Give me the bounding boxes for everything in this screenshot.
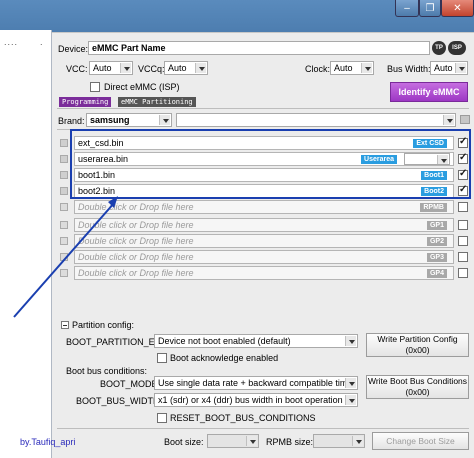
chevron-down-icon <box>195 63 206 73</box>
partition-config-header: Partition config: <box>72 320 135 330</box>
file-row-handle <box>60 139 68 147</box>
tab-emmc-partitioning[interactable]: eMMC Partitioning <box>118 97 196 107</box>
isp-button[interactable]: ISP <box>448 41 466 55</box>
chevron-down-icon <box>443 115 454 125</box>
minimize-button[interactable]: – <box>395 0 419 17</box>
file-row-handle <box>60 171 68 179</box>
maximize-button[interactable]: ❐ <box>419 0 441 17</box>
folder-icon[interactable] <box>460 115 470 124</box>
tab-programming[interactable]: Programming <box>59 97 112 107</box>
divider <box>57 108 469 109</box>
file-row-handle <box>60 155 68 163</box>
change-boot-size-button[interactable]: Change Boot Size <box>372 432 469 450</box>
close-button[interactable]: ✕ <box>441 0 474 17</box>
vccq-label: VCCq: <box>138 64 165 74</box>
partition-tag: GP4 <box>426 269 447 278</box>
direct-emmc-checkbox[interactable] <box>90 82 100 92</box>
left-pane-dot: . <box>40 37 43 47</box>
clock-label: Clock: <box>305 64 331 74</box>
bus-width-select[interactable]: Auto <box>430 61 468 75</box>
boot-size-select[interactable] <box>207 434 259 448</box>
vcc-label: VCC: <box>66 64 88 74</box>
boot-bus-width-label: BOOT_BUS_WIDTH <box>76 396 160 406</box>
identify-emmc-button[interactable]: Identify eMMC <box>390 82 468 102</box>
write-boot-bus-value: (0x00) <box>405 387 430 397</box>
write-boot-bus-label: Write Boot Bus Conditions <box>367 376 468 386</box>
write-partition-config-value: (0x00) <box>405 345 430 355</box>
clock-value: Auto <box>334 63 353 73</box>
boot-ack-label: Boot acknowledge enabled <box>170 353 279 363</box>
file-enable-checkbox[interactable] <box>458 220 468 230</box>
partition-tag: RPMB <box>420 203 447 212</box>
chevron-down-icon <box>159 115 170 125</box>
rpmb-size-select[interactable] <box>313 434 365 448</box>
direct-emmc-label: Direct eMMC (ISP) <box>104 82 180 92</box>
boot-bus-width-select[interactable]: x1 (sdr) or x4 (ddr) bus width in boot o… <box>154 393 358 407</box>
file-enable-checkbox[interactable] <box>458 202 468 212</box>
highlight-box <box>70 129 471 199</box>
file-enable-checkbox[interactable] <box>458 236 468 246</box>
vccq-select[interactable]: Auto <box>164 61 208 75</box>
chevron-down-icon <box>345 395 356 405</box>
model-select[interactable] <box>176 113 456 127</box>
vcc-select[interactable]: Auto <box>89 61 133 75</box>
tp-button[interactable]: TP <box>432 41 446 55</box>
file-enable-checkbox[interactable] <box>458 252 468 262</box>
bus-width-label: Bus Width: <box>387 64 431 74</box>
boot-partition-label: BOOT_PARTITION_EN <box>66 337 162 347</box>
boot-mode-label: BOOT_MODE <box>100 379 158 389</box>
left-pane-dots: .... <box>4 37 19 47</box>
bus-width-value: Auto <box>434 63 453 73</box>
write-boot-bus-button[interactable]: Write Boot Bus Conditions (0x00) <box>366 375 469 399</box>
chevron-down-icon <box>120 63 131 73</box>
vccq-value: Auto <box>168 63 187 73</box>
chevron-down-icon <box>345 378 356 388</box>
rpmb-size-label: RPMB size: <box>266 437 314 447</box>
brand-value: samsung <box>90 115 130 125</box>
chevron-down-icon <box>361 63 372 73</box>
chevron-down-icon <box>345 336 356 346</box>
boot-mode-value: Use single data rate + backward compatib… <box>158 378 355 388</box>
partition-tag: GP2 <box>426 237 447 246</box>
annotation-arrow <box>13 196 118 318</box>
device-label: Device: <box>58 44 89 54</box>
chevron-down-icon <box>455 63 466 73</box>
chevron-down-icon <box>246 436 257 446</box>
boot-size-label: Boot size: <box>164 437 204 447</box>
write-partition-config-label: Write Partition Config <box>377 334 458 344</box>
boot-bus-width-value: x1 (sdr) or x4 (ddr) bus width in boot o… <box>158 395 353 405</box>
clock-select[interactable]: Auto <box>330 61 374 75</box>
reset-boot-bus-checkbox[interactable] <box>157 413 167 423</box>
author-credit: by.Taufiq_apri <box>20 437 76 447</box>
device-field[interactable]: eMMC Part Name <box>88 41 430 55</box>
vcc-value: Auto <box>93 63 112 73</box>
boot-partition-select[interactable]: Device not boot enabled (default) <box>154 334 358 348</box>
boot-partition-value: Device not boot enabled (default) <box>158 336 291 346</box>
boot-ack-checkbox[interactable] <box>157 353 167 363</box>
brand-label: Brand: <box>58 116 85 126</box>
partition-config-collapse[interactable] <box>61 321 69 329</box>
boot-bus-header: Boot bus conditions: <box>66 366 148 376</box>
brand-select[interactable]: samsung <box>86 113 172 127</box>
reset-boot-bus-label: RESET_BOOT_BUS_CONDITIONS <box>170 413 316 423</box>
write-partition-config-button[interactable]: Write Partition Config (0x00) <box>366 333 469 357</box>
divider <box>57 428 469 429</box>
boot-mode-select[interactable]: Use single data rate + backward compatib… <box>154 376 358 390</box>
file-enable-checkbox[interactable] <box>458 268 468 278</box>
partition-tag: GP1 <box>426 221 447 230</box>
chevron-down-icon <box>352 436 363 446</box>
partition-tag: GP3 <box>426 253 447 262</box>
